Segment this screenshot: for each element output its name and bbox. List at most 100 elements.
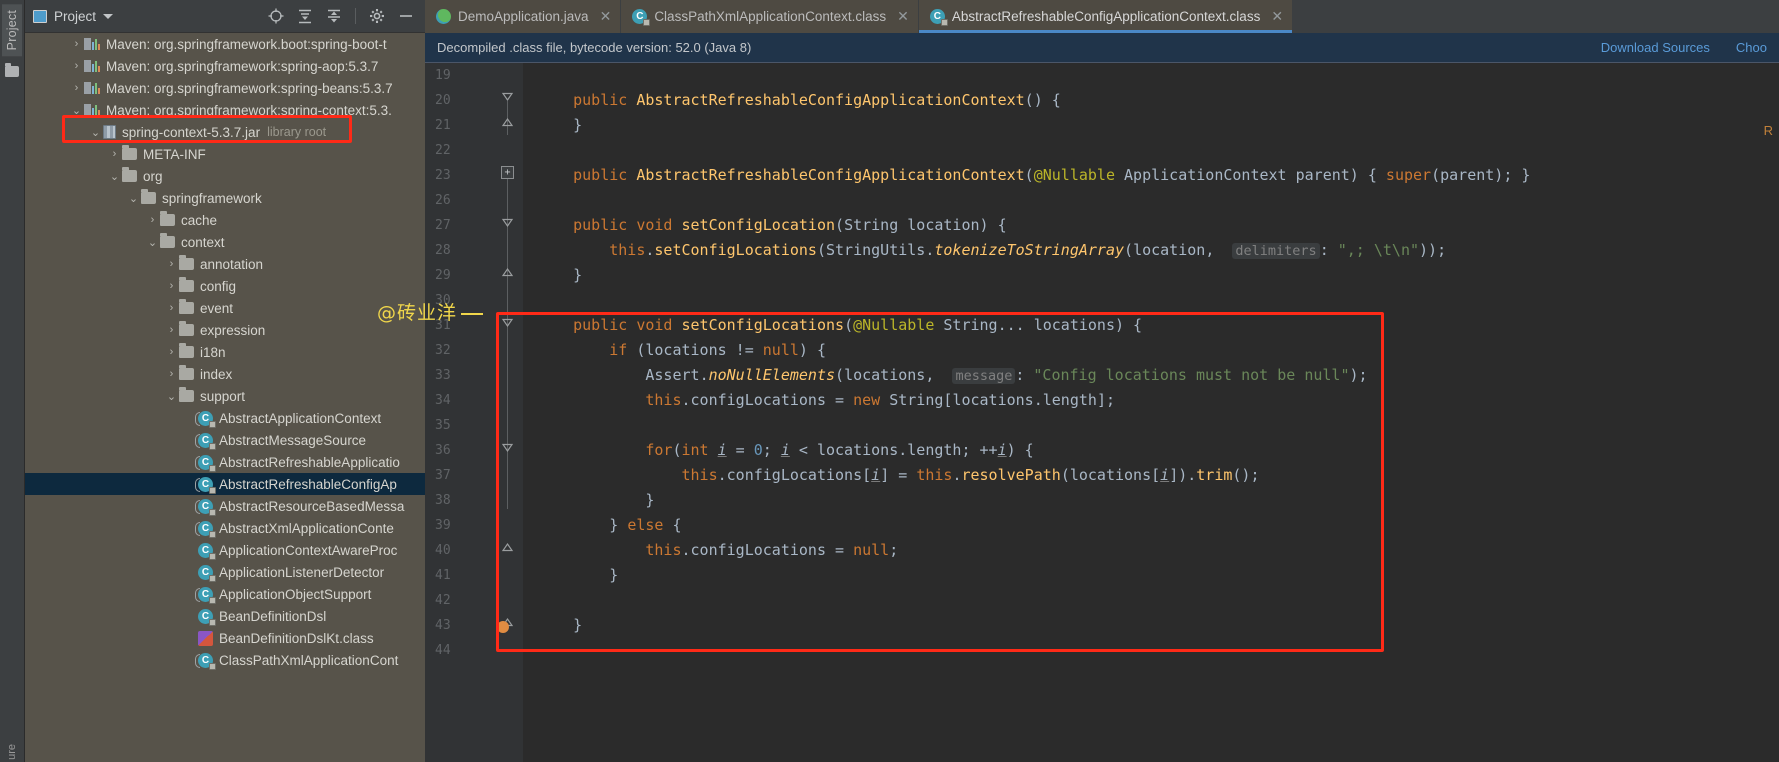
- sidebar-tab-structure[interactable]: ure: [6, 744, 18, 760]
- tree-row[interactable]: ⌄ support: [25, 385, 425, 407]
- chevron-down-icon[interactable]: ⌄: [145, 236, 160, 249]
- tree-row-label: Maven: org.springframework:spring-aop:5.…: [106, 58, 379, 74]
- line-number-gutter[interactable]: + 19 20 21 22 23 26 27 28 29 30 31 32 33…: [425, 63, 523, 762]
- editor-tab[interactable]: C AbstractRefreshableConfigApplicationCon…: [917, 0, 1293, 33]
- close-icon[interactable]: ✕: [600, 8, 612, 25]
- tree-row[interactable]: › Maven: org.springframework.boot:spring-…: [25, 33, 425, 55]
- chevron-right-icon[interactable]: ›: [69, 82, 84, 94]
- tree-row[interactable]: C AbstractApplicationContext: [25, 407, 425, 429]
- chevron-down-icon[interactable]: ⌄: [69, 104, 84, 117]
- tree-row[interactable]: ⌄ springframework: [25, 187, 425, 209]
- folder-icon: [179, 299, 194, 314]
- tree-row[interactable]: › config: [25, 275, 425, 297]
- tree-row-label: AbstractResourceBasedMessa: [219, 498, 405, 514]
- code-viewport[interactable]: + 19 20 21 22 23 26 27 28 29 30 31 32 33…: [425, 63, 1779, 762]
- chevron-right-icon[interactable]: ›: [164, 280, 179, 292]
- tree-row-label: BeanDefinitionDsl: [219, 608, 327, 624]
- breakpoint-icon[interactable]: [497, 621, 509, 633]
- code-line: public AbstractRefreshableConfigApplicat…: [573, 166, 1531, 184]
- code-line: }: [537, 491, 655, 509]
- tree-row[interactable]: › annotation: [25, 253, 425, 275]
- fold-end-icon[interactable]: [501, 116, 514, 129]
- project-panel-title-group[interactable]: Project: [33, 9, 114, 24]
- tree-row-selected[interactable]: C AbstractRefreshableConfigAp: [25, 473, 425, 495]
- tree-row[interactable]: ⌄ context: [25, 231, 425, 253]
- tree-row[interactable]: › expression: [25, 319, 425, 341]
- tree-row-label: Maven: org.springframework:spring-contex…: [106, 102, 392, 118]
- tree-row[interactable]: ⌄ org: [25, 165, 425, 187]
- tree-row[interactable]: › Maven: org.springframework:spring-aop:5…: [25, 55, 425, 77]
- editor-tab-bar[interactable]: DemoApplication.java ✕ C ClassPathXmlApplic…: [425, 0, 1779, 33]
- class-icon: C: [198, 542, 216, 560]
- tree-row[interactable]: C AbstractRefreshableApplicatio: [25, 451, 425, 473]
- fold-end-icon-2[interactable]: [501, 266, 514, 279]
- project-tree[interactable]: › Maven: org.springframework.boot:spring-…: [25, 33, 425, 671]
- fold-collapse-icon[interactable]: [501, 90, 514, 103]
- locate-icon[interactable]: [268, 8, 284, 24]
- tree-row-label: AbstractRefreshableApplicatio: [219, 454, 400, 470]
- tree-row[interactable]: › i18n: [25, 341, 425, 363]
- download-sources-link[interactable]: Download Sources: [1601, 40, 1710, 55]
- folder-icon[interactable]: [5, 63, 19, 78]
- chevron-down-icon[interactable]: ⌄: [126, 192, 141, 205]
- collapse-all-icon[interactable]: [326, 8, 342, 24]
- tree-row[interactable]: C ApplicationContextAwareProc: [25, 539, 425, 561]
- chevron-right-icon[interactable]: ›: [164, 302, 179, 314]
- code-content[interactable]: public AbstractRefreshableConfigApplicat…: [523, 63, 1779, 762]
- chevron-right-icon[interactable]: ›: [164, 368, 179, 380]
- maven-icon: [84, 59, 100, 73]
- chevron-down-icon[interactable]: ⌄: [107, 170, 122, 183]
- hide-panel-icon[interactable]: [398, 8, 414, 24]
- tree-row[interactable]: › Maven: org.springframework:spring-beans…: [25, 77, 425, 99]
- tree-row[interactable]: C ApplicationListenerDetector: [25, 561, 425, 583]
- fold-end-icon-3[interactable]: [501, 541, 514, 554]
- code-line: Assert.noNullElements(locations, message…: [645, 366, 1368, 384]
- tree-row[interactable]: ⌄ spring-context-5.3.7.jar library root: [25, 121, 425, 143]
- fold-collapse-icon-3[interactable]: [501, 316, 514, 329]
- code-line: if (locations != null) {: [609, 341, 826, 359]
- tree-row[interactable]: C AbstractMessageSource: [25, 429, 425, 451]
- sidebar-tab-project[interactable]: Project: [2, 4, 22, 57]
- chevron-right-icon[interactable]: ›: [69, 38, 84, 50]
- code-line: }: [537, 616, 583, 634]
- close-icon[interactable]: ✕: [1271, 8, 1283, 25]
- tree-row[interactable]: › cache: [25, 209, 425, 231]
- choose-sources-link[interactable]: Choo: [1736, 40, 1767, 55]
- chevron-right-icon[interactable]: ›: [164, 258, 179, 270]
- chevron-right-icon[interactable]: ›: [145, 214, 160, 226]
- tree-row[interactable]: ⌄ Maven: org.springframework:spring-conte…: [25, 99, 425, 121]
- fold-collapse-icon-4[interactable]: [501, 441, 514, 454]
- fold-column[interactable]: +: [493, 63, 523, 762]
- tree-row[interactable]: C AbstractResourceBasedMessa: [25, 495, 425, 517]
- expand-all-icon[interactable]: [297, 8, 313, 24]
- fold-expand-icon[interactable]: +: [501, 166, 514, 179]
- chevron-right-icon[interactable]: ›: [164, 346, 179, 358]
- chevron-right-icon[interactable]: ›: [69, 60, 84, 72]
- tree-row[interactable]: › META-INF: [25, 143, 425, 165]
- tree-row[interactable]: C AbstractXmlApplicationConte: [25, 517, 425, 539]
- editor-tab[interactable]: DemoApplication.java ✕: [425, 0, 621, 33]
- code-line: public AbstractRefreshableConfigApplicat…: [573, 91, 1061, 109]
- close-icon[interactable]: ✕: [897, 8, 909, 25]
- fold-collapse-icon-2[interactable]: [501, 216, 514, 229]
- tree-row[interactable]: C BeanDefinitionDsl: [25, 605, 425, 627]
- tree-row-label: event: [200, 300, 234, 316]
- tree-row[interactable]: › event: [25, 297, 425, 319]
- chevron-down-icon[interactable]: ⌄: [164, 390, 179, 403]
- chevron-down-icon[interactable]: [103, 13, 114, 19]
- code-line: }: [537, 566, 619, 584]
- tree-row[interactable]: › index: [25, 363, 425, 385]
- tree-row-label: Maven: org.springframework.boot:spring-b…: [106, 36, 387, 52]
- tree-row-label: cache: [181, 212, 218, 228]
- tree-row[interactable]: C ClassPathXmlApplicationCont: [25, 649, 425, 671]
- chevron-right-icon[interactable]: ›: [164, 324, 179, 336]
- chevron-right-icon[interactable]: ›: [107, 148, 122, 160]
- tree-row[interactable]: BeanDefinitionDslKt.class: [25, 627, 425, 649]
- settings-gear-icon[interactable]: [369, 8, 385, 24]
- editor-tab[interactable]: C ClassPathXmlApplicationContext.class ✕: [620, 0, 918, 33]
- tree-row[interactable]: C ApplicationObjectSupport: [25, 583, 425, 605]
- chevron-down-icon[interactable]: ⌄: [88, 126, 103, 139]
- abstract-class-icon: C: [195, 410, 216, 428]
